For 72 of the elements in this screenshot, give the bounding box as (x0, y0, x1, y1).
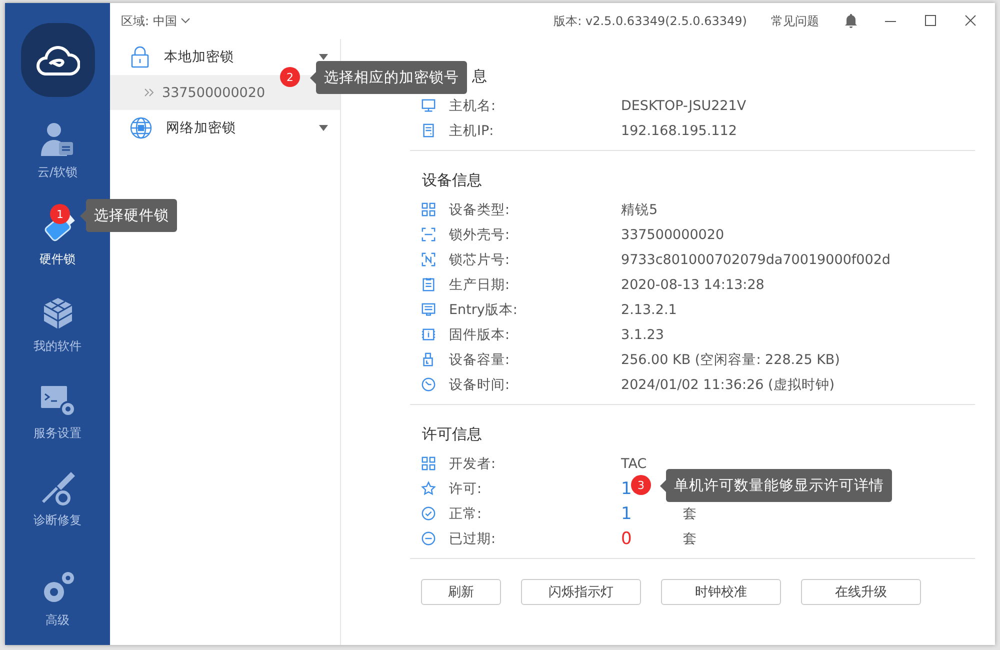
field-label: 设备时间: (449, 376, 511, 394)
nav-item[interactable]: 服务设置 (5, 372, 110, 450)
faq-link[interactable]: 常见问题 (771, 12, 819, 30)
field-value: 192.168.195.112 (621, 122, 737, 138)
action-button[interactable]: 刷新 (421, 579, 501, 605)
bell-icon[interactable] (843, 13, 859, 29)
grid-icon (421, 202, 436, 217)
field-label: 许可: (449, 480, 483, 498)
tooltip: 单机许可数量能够显示许可详情 (666, 469, 892, 502)
field-label: 正常: (449, 504, 483, 522)
double-chevron-icon (144, 88, 154, 97)
version-text: 版本: v2.5.0.63349(2.5.0.63349) (554, 12, 747, 30)
chip-n-icon (421, 252, 436, 267)
nav-item[interactable]: 我的软件 (5, 285, 110, 363)
section-title: 许可信息 (422, 425, 482, 443)
field-label: Entry版本: (449, 300, 518, 318)
field-label: 生产日期: (449, 276, 511, 294)
field-value: 337500000020 (621, 226, 724, 242)
section-title: 息 (472, 67, 487, 85)
grid-icon (421, 456, 436, 471)
field-value: 0 (621, 528, 632, 548)
clipboard-icon (421, 277, 436, 292)
action-button[interactable]: 在线升级 (801, 579, 921, 605)
field-value: 256.00 KB (空闲容量: 228.25 KB) (621, 350, 840, 368)
nav-item[interactable]: 高级 (5, 559, 110, 637)
caret-icon[interactable] (319, 125, 328, 131)
tooltip: 选择硬件锁 (86, 199, 177, 232)
nav-item[interactable]: 云/软锁 (5, 111, 110, 189)
monitor-icon (421, 98, 436, 113)
field-value: 2.13.2.1 (621, 302, 677, 318)
maximize-icon[interactable] (923, 13, 939, 29)
field-label: 主机IP: (449, 122, 495, 140)
action-button[interactable]: 闪烁指示灯 (521, 579, 641, 605)
tooltip: 选择相应的加密锁号 (316, 61, 467, 94)
minus-icon (421, 531, 436, 546)
field-value: 9733c801000702079da70019000f002d (621, 252, 890, 268)
field-label: 锁外壳号: (449, 226, 511, 244)
check-icon (421, 506, 436, 521)
field-label: 设备类型: (449, 200, 511, 218)
doc-icon (421, 302, 436, 317)
field-value: 1 (621, 478, 632, 498)
field-label: 锁芯片号: (449, 250, 511, 268)
server-icon (421, 123, 436, 138)
step-badge: 2 (280, 67, 300, 87)
field-label: 主机名: (449, 96, 497, 114)
field-value: DESKTOP-JSU221V (621, 98, 746, 114)
region-dropdown[interactable]: 区域: 中国 (121, 12, 190, 30)
field-value: 精锐5 (621, 200, 658, 218)
chevron-icon (180, 18, 190, 24)
field-label: 设备容量: (449, 350, 511, 368)
field-value: 3.1.23 (621, 326, 664, 342)
usb-icon (421, 352, 436, 367)
globe-icon (130, 117, 152, 139)
tree-node[interactable]: 网络加密锁 (110, 110, 340, 146)
field-value: 2024/01/02 11:36:26 (虚拟时钟) (621, 376, 835, 394)
field-value: 2020-08-13 14:13:28 (621, 276, 764, 292)
nav-item[interactable]: 诊断修复 (5, 459, 110, 537)
section-title: 设备信息 (422, 171, 482, 189)
field-label: 开发者: (449, 454, 497, 472)
unit-label: 套 (683, 530, 697, 548)
field-label: 已过期: (449, 530, 497, 548)
field-value: 1 (621, 504, 632, 524)
unit-label: 套 (683, 504, 697, 522)
action-button[interactable]: 时钟校准 (661, 579, 781, 605)
chip-icon (421, 327, 436, 342)
clock-icon (421, 377, 436, 392)
field-label: 固件版本: (449, 326, 511, 344)
frame-icon (421, 227, 436, 242)
padlock-icon (130, 46, 150, 68)
star-icon (421, 481, 436, 496)
step-badge: 3 (631, 475, 651, 495)
field-value: TAC (621, 456, 647, 472)
